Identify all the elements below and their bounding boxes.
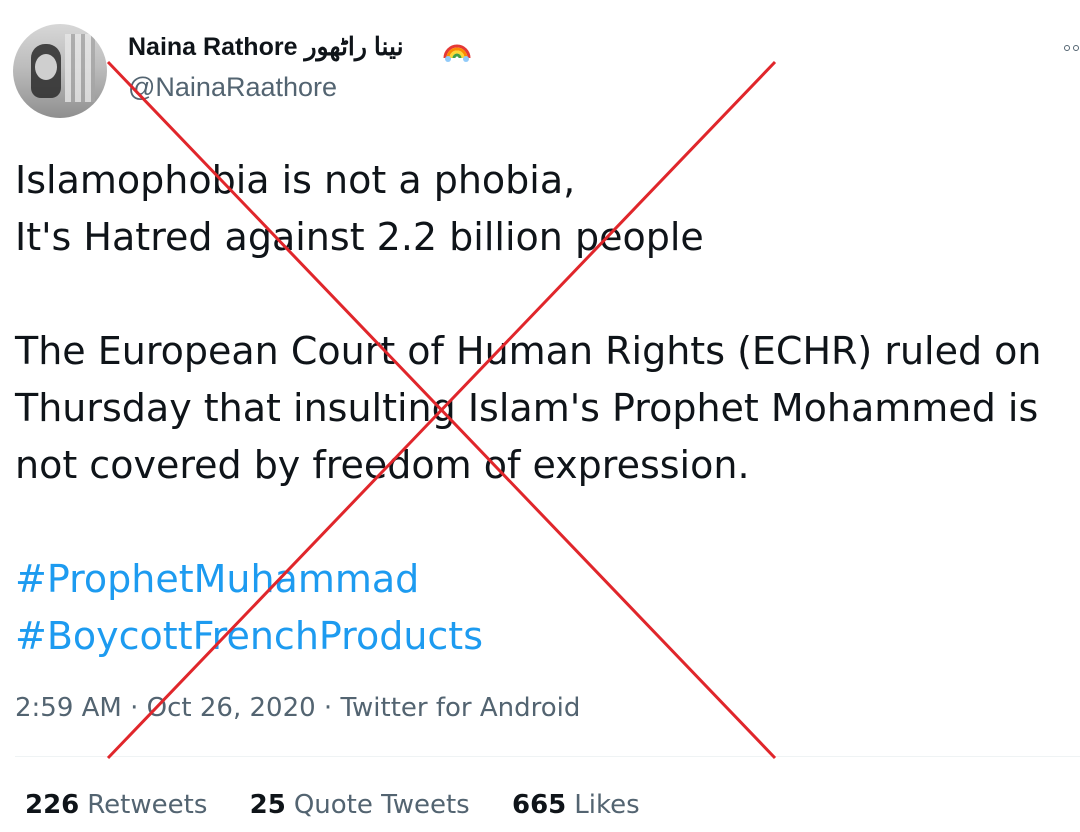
more-options-icon[interactable] <box>1056 40 1080 56</box>
hashtag-link[interactable]: #ProphetMuhammad <box>15 551 1075 608</box>
tweet-body: Islamophobia is not a phobia, It's Hatre… <box>15 152 1075 665</box>
quote-tweets-label: Quote Tweets <box>293 790 470 820</box>
quote-tweets-count: 25 <box>249 790 286 820</box>
tweet-line-1: Islamophobia is not a phobia, <box>15 158 576 202</box>
quote-tweets-stat[interactable]: 25 Quote Tweets <box>250 792 470 818</box>
tweet-line-5: not covered by freedom of expression. <box>15 443 750 487</box>
tweet-line-3: The European Court of Human Rights (ECHR… <box>15 329 1042 373</box>
user-handle[interactable]: @NainaRaathore <box>128 74 337 101</box>
likes-stat[interactable]: 665 Likes <box>512 792 640 818</box>
avatar-background <box>65 34 95 102</box>
rainbow-icon <box>443 44 471 62</box>
divider <box>15 756 1080 757</box>
retweets-count: 226 <box>25 790 80 820</box>
avatar-face <box>35 54 57 80</box>
tweet-line-2: It's Hatred against 2.2 billion people <box>15 215 704 259</box>
tweet-line-4: Thursday that insulting Islam's Prophet … <box>15 386 1039 430</box>
avatar[interactable] <box>13 24 107 118</box>
retweets-stat[interactable]: 226 Retweets <box>25 792 207 818</box>
hashtag-link[interactable]: #BoycottFrenchProducts <box>15 608 1075 665</box>
engagement-stats: 226 Retweets 25 Quote Tweets 665 Likes <box>25 792 674 818</box>
tweet-meta[interactable]: 2:59 AM · Oct 26, 2020 · Twitter for And… <box>15 695 580 721</box>
likes-label: Likes <box>574 790 640 820</box>
likes-count: 665 <box>511 790 567 820</box>
more-dot-2 <box>1073 45 1079 51</box>
retweets-label: Retweets <box>87 790 208 820</box>
tweet-card: Naina Rathore نینا راٹھور @NainaRaathore… <box>0 0 1080 832</box>
display-name[interactable]: Naina Rathore نینا راٹھور <box>128 35 404 60</box>
more-dot-1 <box>1064 45 1070 51</box>
